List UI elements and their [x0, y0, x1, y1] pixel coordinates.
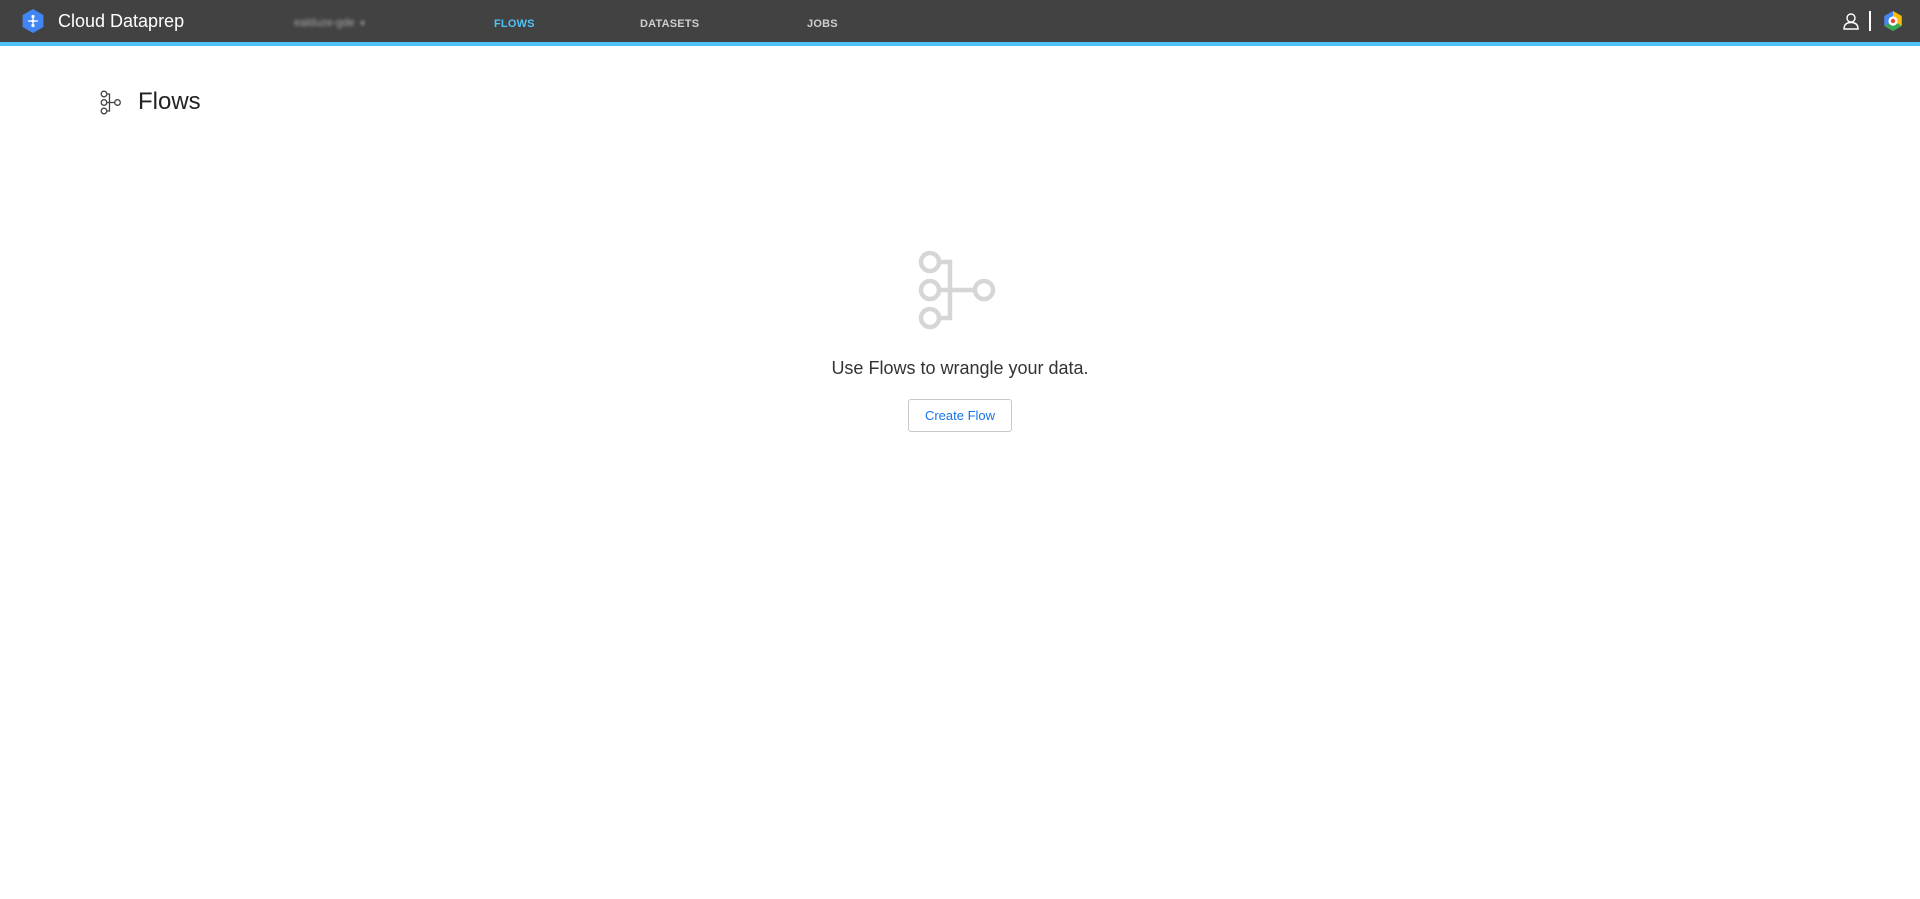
user-icon[interactable]	[1842, 12, 1860, 30]
brand[interactable]: Cloud Dataprep	[20, 8, 184, 34]
create-flow-button[interactable]: Create Flow	[907, 399, 1013, 432]
tab-jobs[interactable]: JOBS	[807, 18, 838, 30]
flows-icon	[100, 90, 121, 114]
dataprep-logo-icon	[22, 9, 44, 33]
page-title: Flows	[138, 88, 201, 115]
empty-state: Use Flows to wrangle your data. Create F…	[0, 250, 1920, 432]
tab-datasets[interactable]: DATASETS	[640, 18, 699, 30]
toolbar-divider	[1869, 11, 1871, 31]
chevron-down-icon: ▼	[358, 18, 367, 28]
project-selector[interactable]: ealduze-gde ▼	[294, 17, 366, 29]
google-cloud-icon[interactable]	[1882, 10, 1904, 32]
page-header: Flows	[100, 88, 201, 116]
app-title: Cloud Dataprep	[58, 10, 185, 31]
flows-icon	[918, 250, 996, 330]
project-name: ealduze-gde	[294, 17, 355, 29]
empty-state-message: Use Flows to wrangle your data.	[831, 358, 1089, 378]
top-app-bar: Cloud Dataprep ealduze-gde ▼ FLOWS DATAS…	[0, 0, 1920, 46]
tab-flows[interactable]: FLOWS	[494, 18, 535, 30]
